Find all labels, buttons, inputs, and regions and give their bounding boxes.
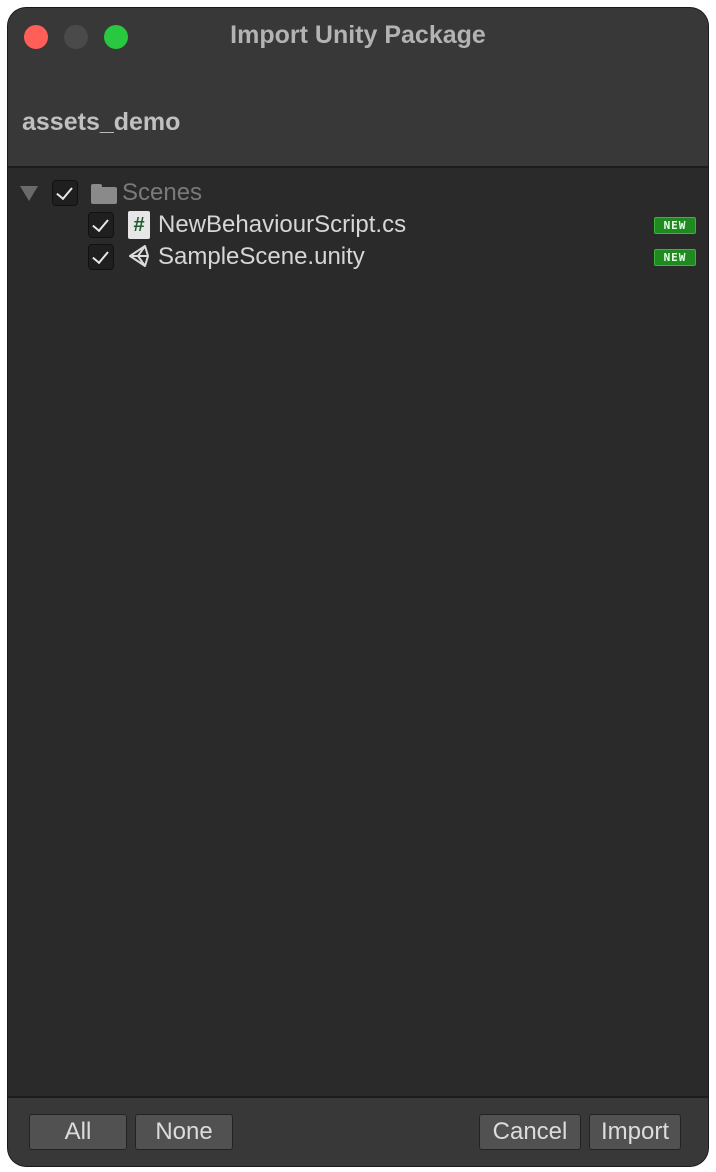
new-badge: NEW [654,249,696,266]
csharp-script-icon: # [128,211,150,239]
new-badge: NEW [654,217,696,234]
import-package-window: Import Unity Package assets_demo Scenes … [8,8,708,1166]
tree-row-folder[interactable]: Scenes [8,176,708,208]
file-label: SampleScene.unity [158,243,365,270]
import-button[interactable]: Import [589,1114,681,1150]
checkmark-icon [92,214,109,233]
title-bar: Import Unity Package [8,8,708,66]
unity-scene-icon [129,245,149,267]
select-all-button[interactable]: All [29,1114,127,1150]
package-name: assets_demo [22,108,181,136]
footer-bar: All None Cancel Import [8,1096,708,1166]
file-checkbox[interactable] [88,244,114,270]
tree-row-file[interactable]: SampleScene.unity NEW [8,240,708,272]
folder-checkbox[interactable] [52,180,78,206]
package-tree: Scenes # NewBehaviourScript.cs NEW Sampl… [8,168,708,1096]
window-title: Import Unity Package [230,21,486,49]
folder-label: Scenes [122,179,203,206]
package-header: assets_demo [8,66,708,168]
checkmark-icon [92,246,109,265]
file-label: NewBehaviourScript.cs [158,211,407,238]
select-none-button[interactable]: None [135,1114,233,1150]
folder-icon [91,184,117,204]
cancel-button[interactable]: Cancel [479,1114,581,1150]
expand-chevron-icon[interactable] [20,186,38,201]
file-checkbox[interactable] [88,212,114,238]
checkmark-icon [56,182,73,201]
tree-row-file[interactable]: # NewBehaviourScript.cs NEW [8,208,708,240]
